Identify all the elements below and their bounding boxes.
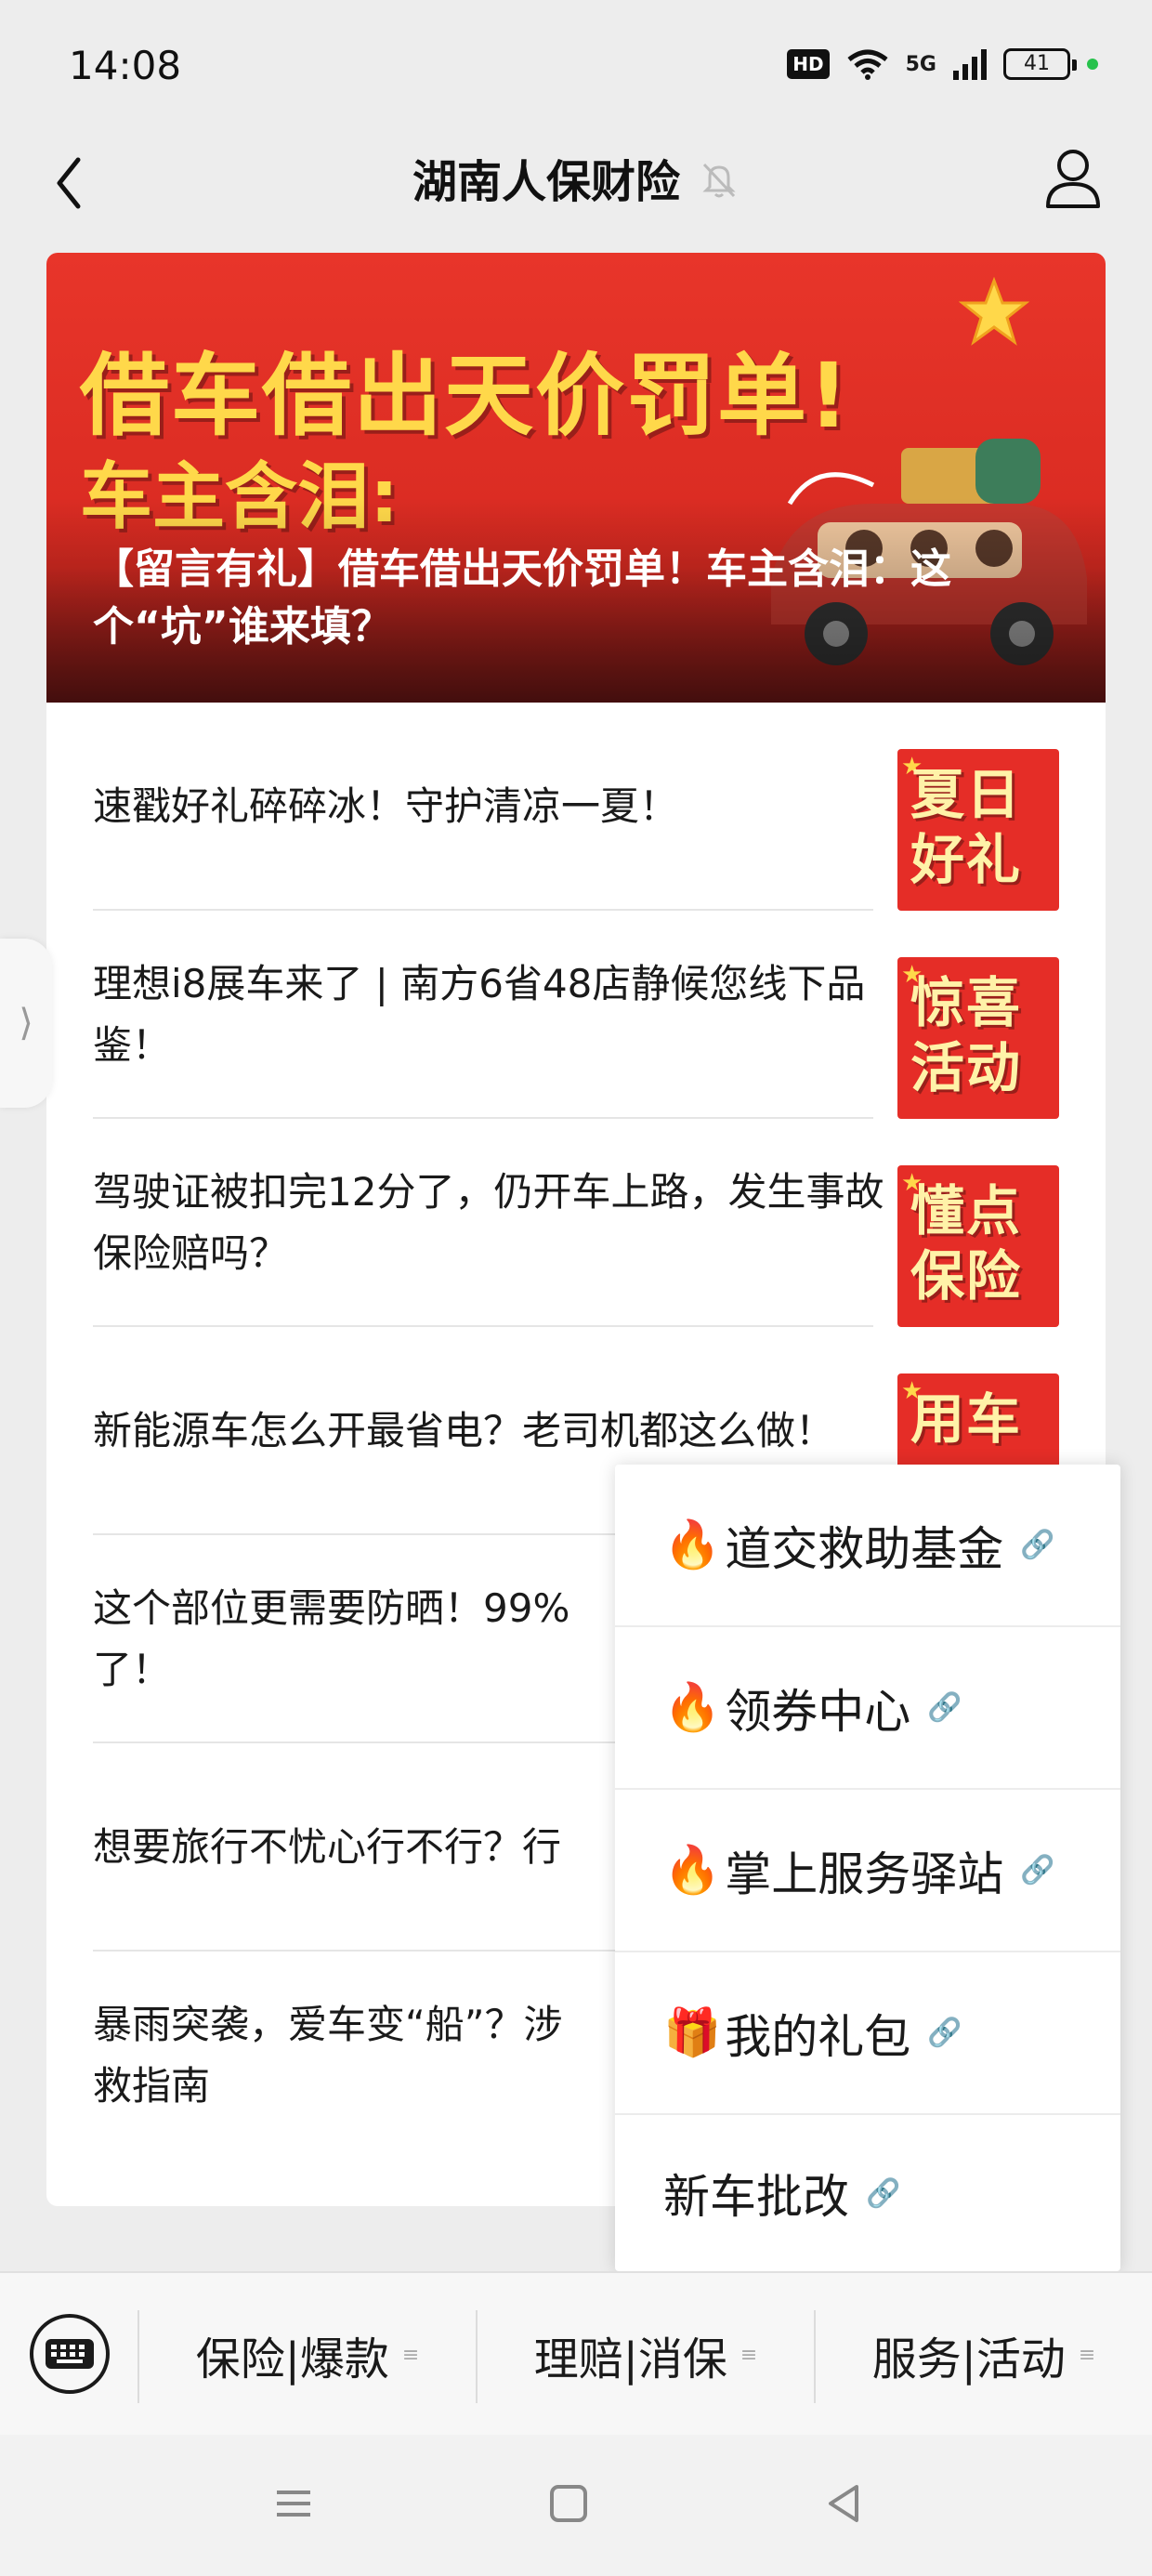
- gift-icon: 🎁: [663, 2005, 722, 2059]
- article-title: 驾驶证被扣完12分了，仍开车上路，发生事故保险赔吗？: [93, 1169, 884, 1276]
- hd-icon: HD: [787, 49, 830, 79]
- keyboard-icon[interactable]: [30, 2314, 110, 2394]
- tab-label: 服务|活动: [871, 2333, 1066, 2385]
- list-item[interactable]: 驾驶证被扣完12分了，仍开车上路，发生事故保险赔吗？ ★ 懂点保险: [46, 1119, 1106, 1327]
- fire-icon: 🔥: [663, 1680, 722, 1734]
- wifi-icon: [847, 49, 888, 80]
- system-nav-bar: [0, 2435, 1152, 2576]
- menu-lines-icon: ≡: [1078, 2343, 1096, 2367]
- thumbnail-text: 夏日好礼: [910, 763, 1023, 891]
- thumbnail-text: 懂点保险: [910, 1179, 1023, 1308]
- article-title-line2: 救指南: [93, 2063, 211, 2109]
- tab-services[interactable]: 服务|活动 ≡: [816, 2273, 1152, 2437]
- chevron-right-icon: ⟩: [19, 1002, 33, 1045]
- menu-item-label: 掌上服务驿站: [725, 1847, 1004, 1901]
- chat-header: 湖南人保财险: [0, 130, 1152, 251]
- article-title: 速戳好礼碎碎冰！守护清凉一夏！: [93, 783, 679, 829]
- article-title: 理想i8展车来了 | 南方6省48店静候您线下品鉴！: [93, 961, 866, 1068]
- charging-dot-icon: [1087, 59, 1098, 70]
- account-title: 湖南人保财险: [0, 145, 1152, 211]
- link-icon: 🔗: [866, 2176, 901, 2210]
- profile-icon[interactable]: [1041, 141, 1106, 216]
- article-title-line2: 了！: [93, 1647, 172, 1692]
- menu-item-coupon-center[interactable]: 🔥 领券中心 🔗: [615, 1627, 1120, 1790]
- menu-lines-icon: ≡: [401, 2343, 420, 2367]
- menu-item-new-car-endorsement[interactable]: 新车批改 🔗: [615, 2115, 1120, 2271]
- star-icon: [959, 277, 1029, 346]
- article-thumbnail: ★ 惊喜活动: [897, 957, 1059, 1119]
- link-icon: 🔗: [1020, 1529, 1055, 1561]
- back-icon[interactable]: [816, 2476, 871, 2531]
- side-expand-tab[interactable]: ⟩: [0, 939, 52, 1108]
- menu-item-label: 领券中心: [725, 1684, 911, 1739]
- menu-icon[interactable]: [266, 2476, 321, 2531]
- list-item[interactable]: 理想i8展车来了 | 南方6省48店静候您线下品鉴！ ★ 惊喜活动: [46, 911, 1106, 1119]
- menu-item-label: 道交救助基金: [725, 1521, 1004, 1576]
- featured-title: 【留言有礼】借车借出天价罚单！车主含泪：这个“坑”谁来填？: [93, 545, 951, 651]
- article-thumbnail: ★ 懂点保险: [897, 1165, 1059, 1327]
- list-item[interactable]: 速戳好礼碎碎冰！守护清凉一夏！ ★ 夏日好礼: [46, 703, 1106, 911]
- battery-icon: 41: [1003, 48, 1077, 80]
- menu-item-label: 新车批改: [663, 2170, 849, 2224]
- link-icon: 🔗: [1020, 1854, 1055, 1886]
- article-thumbnail: ★ 夏日好礼: [897, 749, 1059, 911]
- menu-item-my-gifts[interactable]: 🎁 我的礼包 🔗: [615, 1952, 1120, 2115]
- article-title-line1: 这个部位更需要防晒！99%: [93, 1585, 570, 1631]
- menu-item-label: 我的礼包: [725, 2009, 911, 2064]
- status-icons: HD 5G 41: [787, 48, 1098, 80]
- status-time: 14:08: [69, 43, 182, 88]
- account-name: 湖南人保财险: [412, 156, 680, 208]
- menu-lines-icon: ≡: [740, 2343, 758, 2367]
- signal-icon: [953, 48, 987, 80]
- link-icon: 🔗: [927, 2017, 962, 2049]
- menu-popup: 🔥 道交救助基金 🔗 🔥 领券中心 🔗 🔥 掌上服务驿站 🔗 🎁 我的礼包 🔗 新车批改 🔗: [615, 1465, 1120, 2271]
- tab-label: 理赔|消保: [533, 2333, 727, 2385]
- home-icon[interactable]: [541, 2476, 596, 2531]
- menu-item-road-aid-fund[interactable]: 🔥 道交救助基金 🔗: [615, 1465, 1120, 1627]
- tab-label: 保险|爆款: [195, 2333, 389, 2385]
- link-icon: 🔗: [927, 1691, 962, 1724]
- fire-icon: 🔥: [663, 1843, 722, 1897]
- status-bar: 14:08 HD 5G 41: [0, 0, 1152, 130]
- network-type-label: 5G: [905, 52, 936, 76]
- tab-claims[interactable]: 理赔|消保 ≡: [478, 2273, 814, 2437]
- fire-icon: 🔥: [663, 1518, 722, 1571]
- thumbnail-text: 用车: [910, 1387, 1023, 1451]
- article-title-line1: 暴雨突袭，爱车变“船”？涉: [93, 2002, 563, 2047]
- tab-insurance-hot[interactable]: 保险|爆款 ≡: [139, 2273, 476, 2437]
- muted-bell-icon: [699, 159, 740, 211]
- menu-item-service-station[interactable]: 🔥 掌上服务驿站 🔗: [615, 1790, 1120, 1952]
- featured-article[interactable]: 借车借出天价罚单! 车主含泪: 【留言有礼】借车借出天价罚单！车主含泪：这个“坑…: [46, 253, 1106, 703]
- thumbnail-text: 惊喜活动: [910, 971, 1023, 1099]
- bottom-menu-bar: 保险|爆款 ≡ 理赔|消保 ≡ 服务|活动 ≡: [0, 2271, 1152, 2435]
